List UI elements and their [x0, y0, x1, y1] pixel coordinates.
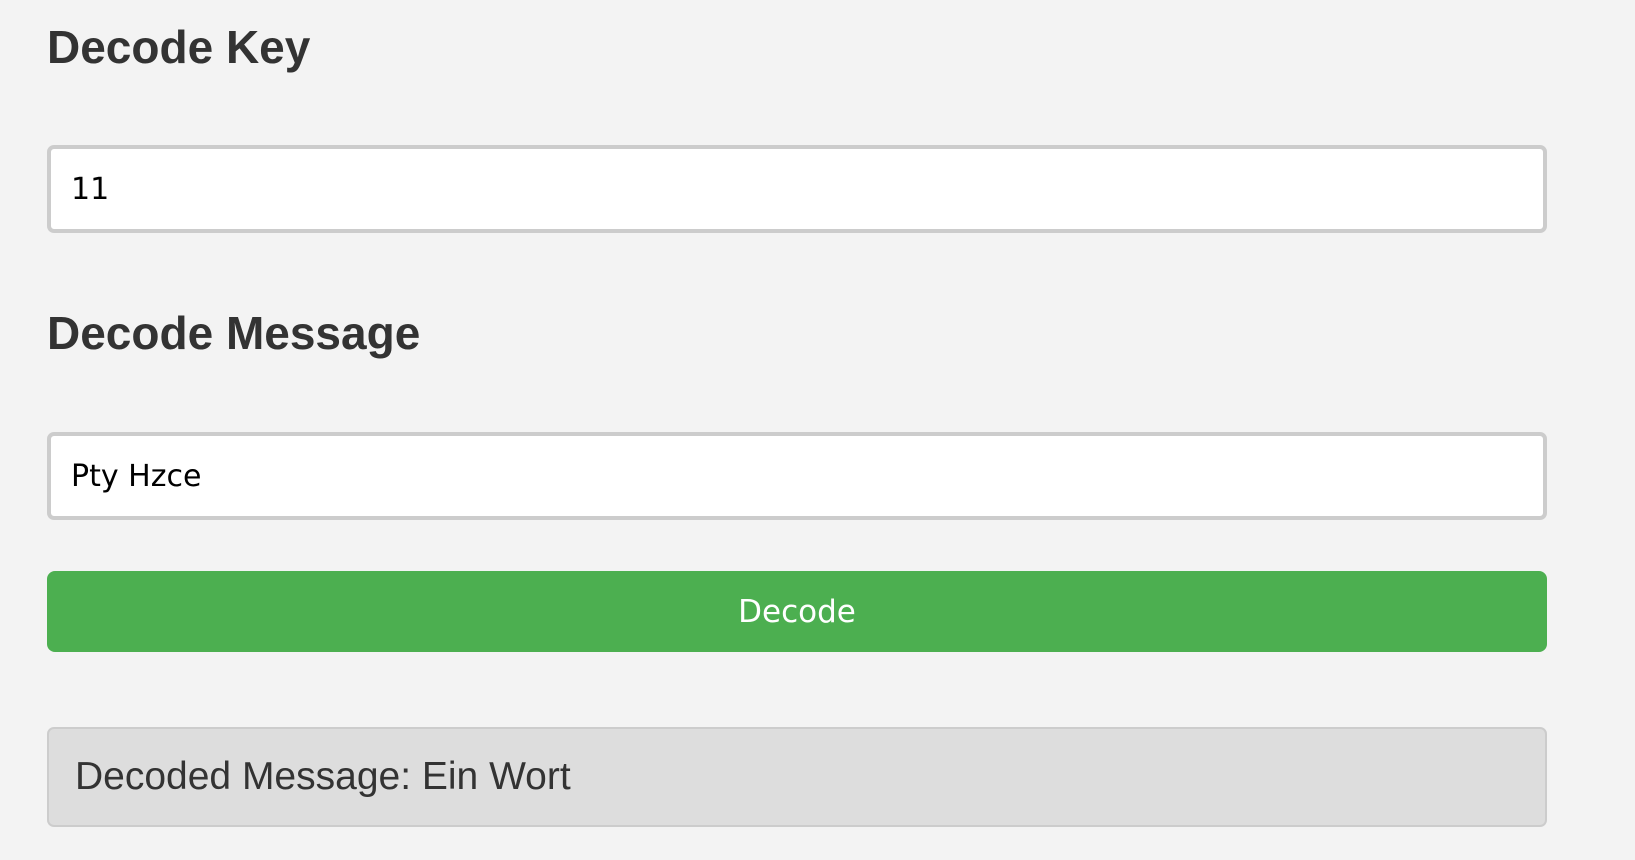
decoded-message-output: Decoded Message: Ein Wort	[47, 727, 1547, 827]
decode-message-heading: Decode Message	[47, 307, 421, 359]
decode-button[interactable]: Decode	[47, 571, 1547, 652]
decode-key-heading: Decode Key	[47, 21, 311, 73]
decoded-message-value: Ein Wort	[421, 755, 571, 798]
decode-message-input[interactable]	[47, 432, 1547, 520]
decoded-message-label: Decoded Message:	[75, 755, 422, 798]
decode-key-input[interactable]	[47, 145, 1547, 233]
